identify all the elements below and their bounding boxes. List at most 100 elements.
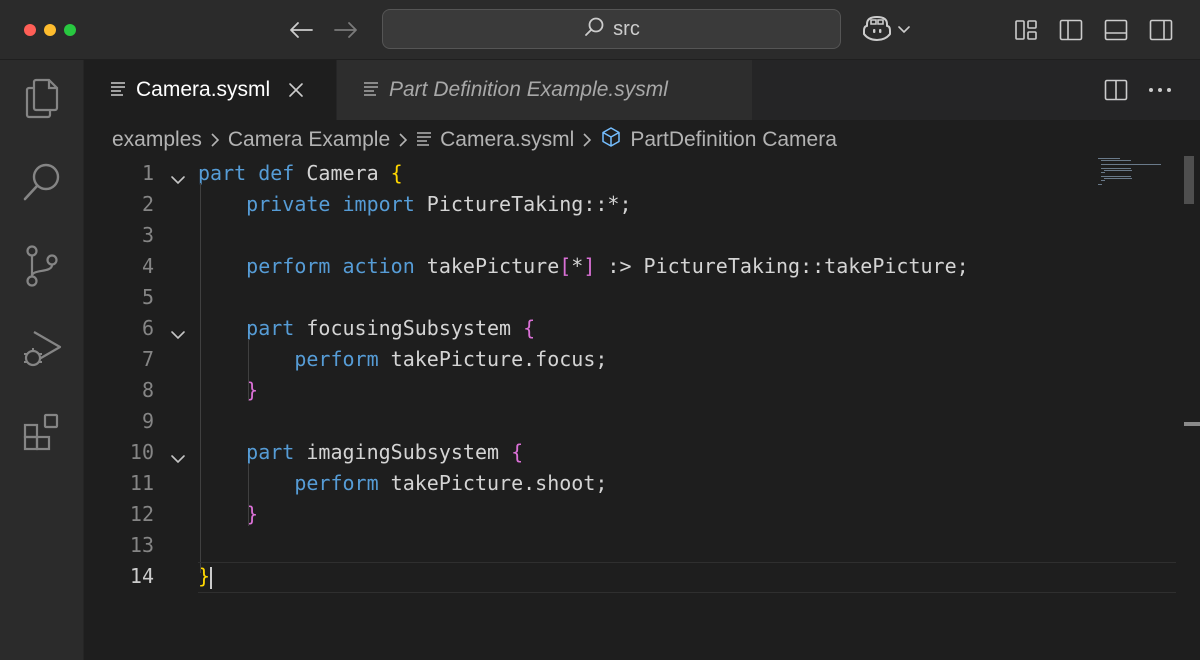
copilot-menu-button[interactable] — [862, 15, 916, 45]
line-number: 12 — [129, 502, 154, 526]
minimap-line — [1101, 160, 1131, 161]
toggle-sidebar-icon[interactable] — [1057, 16, 1085, 44]
scrollbar-cursor-marker — [1184, 422, 1200, 426]
search-icon[interactable] — [18, 158, 66, 206]
explorer-icon[interactable] — [18, 74, 66, 122]
code-token: perform action — [246, 254, 415, 278]
line-number: 6 — [141, 316, 154, 340]
close-window-button[interactable] — [24, 24, 36, 36]
code-line[interactable]: 3 — [84, 220, 1176, 251]
indent-guide — [248, 339, 249, 401]
fold-chevron-icon[interactable] — [170, 166, 186, 185]
code-token: takePicture.focus; — [378, 347, 608, 371]
minimize-window-button[interactable] — [44, 24, 56, 36]
line-number: 5 — [141, 285, 154, 309]
current-line-highlight — [198, 562, 1176, 593]
file-lines-icon — [363, 78, 379, 102]
extensions-icon[interactable] — [18, 408, 66, 456]
code-token: perform — [294, 347, 379, 371]
breadcrumb-item-camera-example[interactable]: Camera Example — [228, 128, 390, 152]
line-number: 8 — [141, 378, 154, 402]
breadcrumb: examples Camera Example Camera.sysml Par… — [112, 124, 837, 156]
minimap-line — [1101, 172, 1105, 173]
code-line[interactable]: 9 — [84, 406, 1176, 437]
code-token: PictureTaking::*; — [414, 192, 632, 216]
minimap-line — [1104, 178, 1132, 179]
cube-icon — [600, 126, 622, 154]
scrollbar-thumb[interactable] — [1184, 156, 1194, 204]
split-editor-icon[interactable] — [1102, 76, 1130, 104]
breadcrumb-item-part-definition[interactable]: PartDefinition Camera — [600, 126, 837, 154]
chevron-right-icon — [582, 132, 592, 148]
code-token: :> PictureTaking::takePicture; — [595, 254, 969, 278]
source-control-icon[interactable] — [18, 242, 66, 290]
code-line[interactable]: 4 perform action takePicture[*] :> Pictu… — [84, 251, 1176, 282]
toggle-secondary-sidebar-icon[interactable] — [1147, 16, 1175, 44]
code-token: * — [571, 254, 584, 278]
line-code: part imagingSubsystem { — [198, 437, 523, 468]
arrow-right-icon[interactable] — [332, 16, 360, 44]
line-number: 14 — [129, 564, 154, 588]
code-token: part — [246, 316, 295, 340]
layout-customize-icon[interactable] — [1012, 16, 1040, 44]
copilot-icon — [862, 15, 892, 46]
indent-guide — [248, 464, 249, 526]
toggle-panel-icon[interactable] — [1102, 16, 1130, 44]
breadcrumb-item-examples[interactable]: examples — [112, 128, 202, 152]
line-code: perform takePicture.shoot; — [198, 468, 607, 499]
line-code: perform takePicture.focus; — [198, 344, 607, 375]
minimap-line — [1098, 158, 1120, 159]
command-center-search[interactable]: src — [382, 9, 841, 49]
code-line[interactable]: 2 private import PictureTaking::*; — [84, 189, 1176, 220]
minimap-line — [1098, 184, 1102, 185]
minimap[interactable] — [1092, 156, 1172, 196]
chevron-down-icon — [898, 21, 910, 39]
chevron-right-icon — [398, 132, 408, 148]
line-number: 13 — [129, 533, 154, 557]
fold-chevron-icon[interactable] — [170, 321, 186, 340]
tab-label: Part Definition Example.sysml — [389, 78, 668, 101]
file-lines-icon — [416, 128, 432, 152]
line-number: 10 — [129, 440, 154, 464]
tab-part-definition-example[interactable]: Part Definition Example.sysml — [336, 60, 752, 120]
minimap-line — [1101, 168, 1131, 169]
code-token: imagingSubsystem — [294, 440, 512, 464]
line-code: part def Camera { — [198, 158, 403, 189]
vertical-scrollbar[interactable] — [1184, 156, 1200, 660]
tab-camera-sysml[interactable]: Camera.sysml — [84, 60, 336, 120]
code-line[interactable]: 5 — [84, 282, 1176, 313]
more-actions-icon[interactable] — [1146, 76, 1174, 104]
line-number: 4 — [141, 254, 154, 278]
minimap-line — [1101, 164, 1161, 165]
run-debug-icon[interactable] — [18, 324, 66, 372]
close-icon[interactable] — [288, 82, 304, 98]
arrow-left-icon[interactable] — [287, 16, 315, 44]
code-token: { — [390, 161, 403, 185]
code-editor[interactable]: 1 part def Camera {2 private import Pictu… — [84, 156, 1176, 660]
line-number: 7 — [141, 347, 154, 371]
breadcrumb-item-camera-sysml[interactable]: Camera.sysml — [416, 128, 574, 152]
line-code: } — [198, 499, 258, 530]
chevron-right-icon — [210, 132, 220, 148]
code-token: takePicture — [414, 254, 560, 278]
line-number: 9 — [141, 409, 154, 433]
maximize-window-button[interactable] — [64, 24, 76, 36]
code-token: Camera — [294, 161, 391, 185]
code-token: perform — [294, 471, 379, 495]
minimap-line — [1104, 170, 1132, 171]
code-line[interactable]: 1 part def Camera { — [84, 158, 1176, 189]
code-token: focusingSubsystem — [294, 316, 524, 340]
file-lines-icon — [110, 78, 126, 102]
code-token: [ — [559, 254, 572, 278]
activity-bar — [0, 60, 84, 660]
code-line[interactable]: 13 — [84, 530, 1176, 561]
code-token: part — [246, 440, 295, 464]
line-code: perform action takePicture[*] :> Picture… — [198, 251, 969, 282]
code-token: part def — [198, 161, 295, 185]
fold-chevron-icon[interactable] — [170, 445, 186, 464]
